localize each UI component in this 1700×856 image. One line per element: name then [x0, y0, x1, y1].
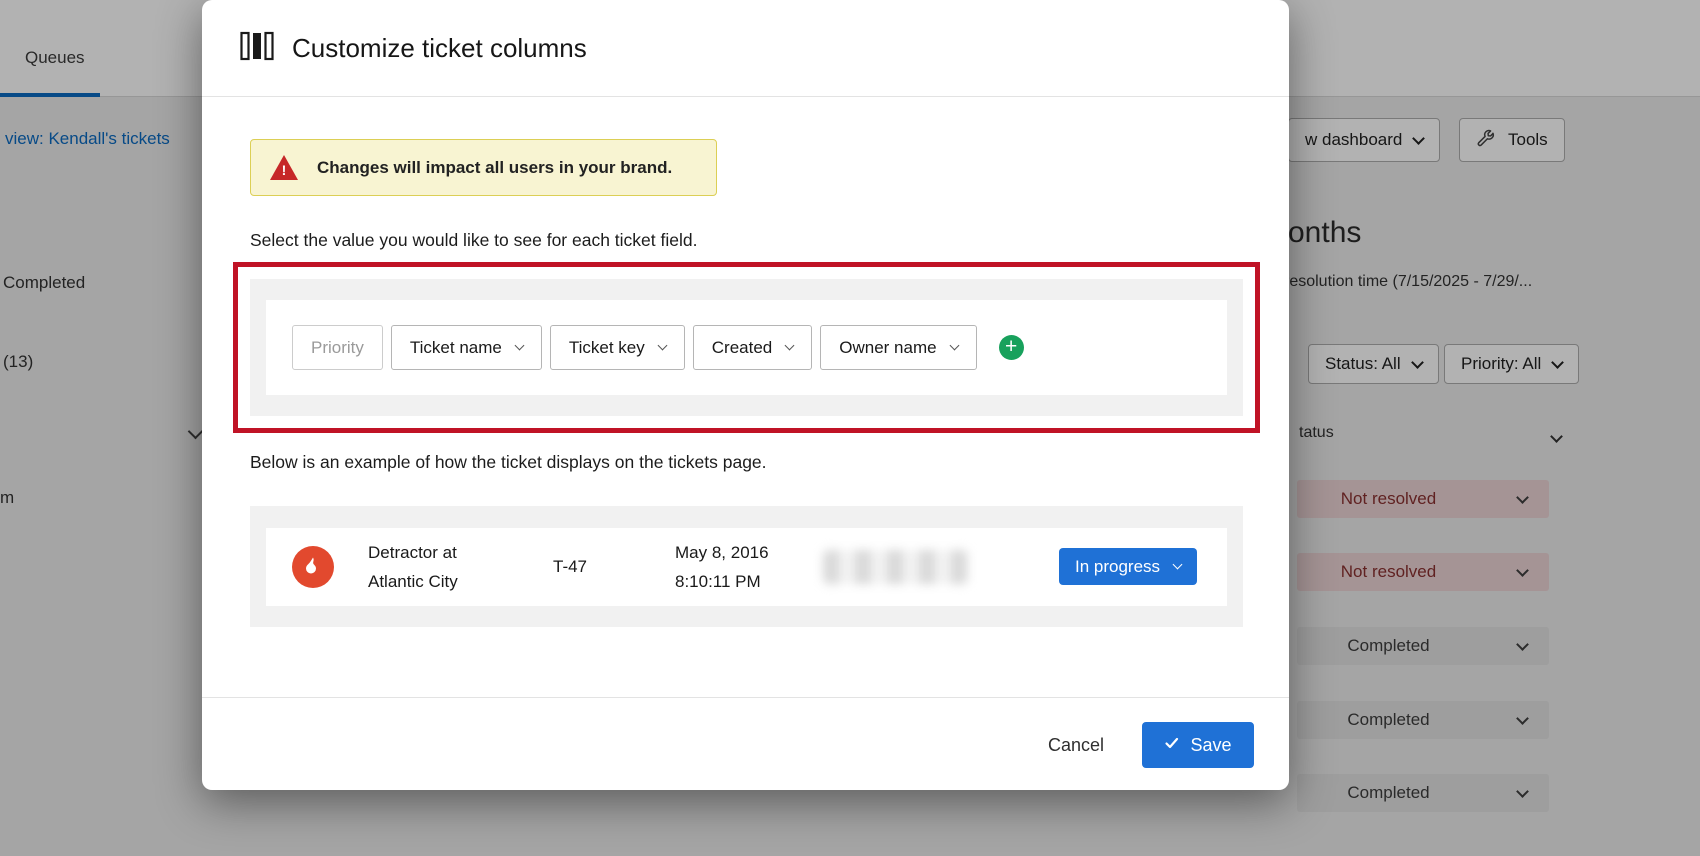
add-column-button[interactable]: + [999, 335, 1024, 360]
owner-name-dropdown[interactable]: Owner name [820, 325, 976, 370]
priority-field-placeholder: Priority [311, 338, 364, 358]
chevron-down-icon [785, 341, 795, 351]
footer-divider [202, 697, 1289, 698]
example-ticket-row: Detractor at Atlantic City T-47 May 8, 2… [266, 528, 1227, 606]
ticket-status-dropdown[interactable]: In progress [1059, 548, 1197, 585]
check-icon [1164, 735, 1180, 756]
chevron-down-icon [949, 341, 959, 351]
dialog-header: Customize ticket columns [202, 0, 1289, 97]
chevron-down-icon [657, 341, 667, 351]
created-time: 8:10:11 PM [675, 567, 823, 596]
cancel-button[interactable]: Cancel [1048, 735, 1104, 756]
ticket-name-line2: Atlantic City [368, 567, 553, 596]
priority-field[interactable]: Priority [292, 325, 383, 370]
ticket-status-label: In progress [1075, 557, 1160, 577]
warning-banner: ! Changes will impact all users in your … [250, 139, 717, 196]
created-dropdown-label: Created [712, 338, 772, 358]
ticket-key-dropdown[interactable]: Ticket key [550, 325, 685, 370]
ticket-name-dropdown-label: Ticket name [410, 338, 502, 358]
save-button[interactable]: Save [1142, 722, 1254, 768]
ticket-name-line1: Detractor at [368, 538, 553, 567]
ticket-name-dropdown[interactable]: Ticket name [391, 325, 542, 370]
ticket-fields-row: Priority Ticket name Ticket key Created … [266, 300, 1227, 395]
owner-name-dropdown-label: Owner name [839, 338, 936, 358]
screen: Queues view: Kendall's tickets Completed… [0, 0, 1700, 856]
created-date: May 8, 2016 [675, 538, 823, 567]
warning-text: Changes will impact all users in your br… [317, 158, 672, 178]
customize-ticket-columns-dialog: Customize ticket columns ! Changes will … [202, 0, 1289, 790]
priority-flame-icon [292, 546, 334, 588]
example-ticket-panel: Detractor at Atlantic City T-47 May 8, 2… [250, 506, 1243, 627]
select-instruction: Select the value you would like to see f… [250, 230, 697, 251]
columns-icon [240, 31, 274, 66]
chevron-down-icon [514, 341, 524, 351]
redacted-owner-name [823, 550, 968, 584]
created-dropdown[interactable]: Created [693, 325, 812, 370]
ticket-fields-panel: Priority Ticket name Ticket key Created … [250, 279, 1243, 416]
example-instruction: Below is an example of how the ticket di… [250, 452, 767, 473]
dialog-footer: Cancel Save [202, 722, 1289, 768]
example-ticket-name: Detractor at Atlantic City [368, 538, 553, 596]
example-ticket-key: T-47 [553, 557, 675, 577]
plus-icon: + [1005, 336, 1017, 357]
ticket-key-dropdown-label: Ticket key [569, 338, 645, 358]
dialog-title: Customize ticket columns [292, 33, 587, 64]
example-ticket-created: May 8, 2016 8:10:11 PM [675, 538, 823, 596]
warning-icon: ! [269, 155, 299, 181]
save-label: Save [1190, 735, 1231, 756]
chevron-down-icon [1173, 560, 1183, 570]
